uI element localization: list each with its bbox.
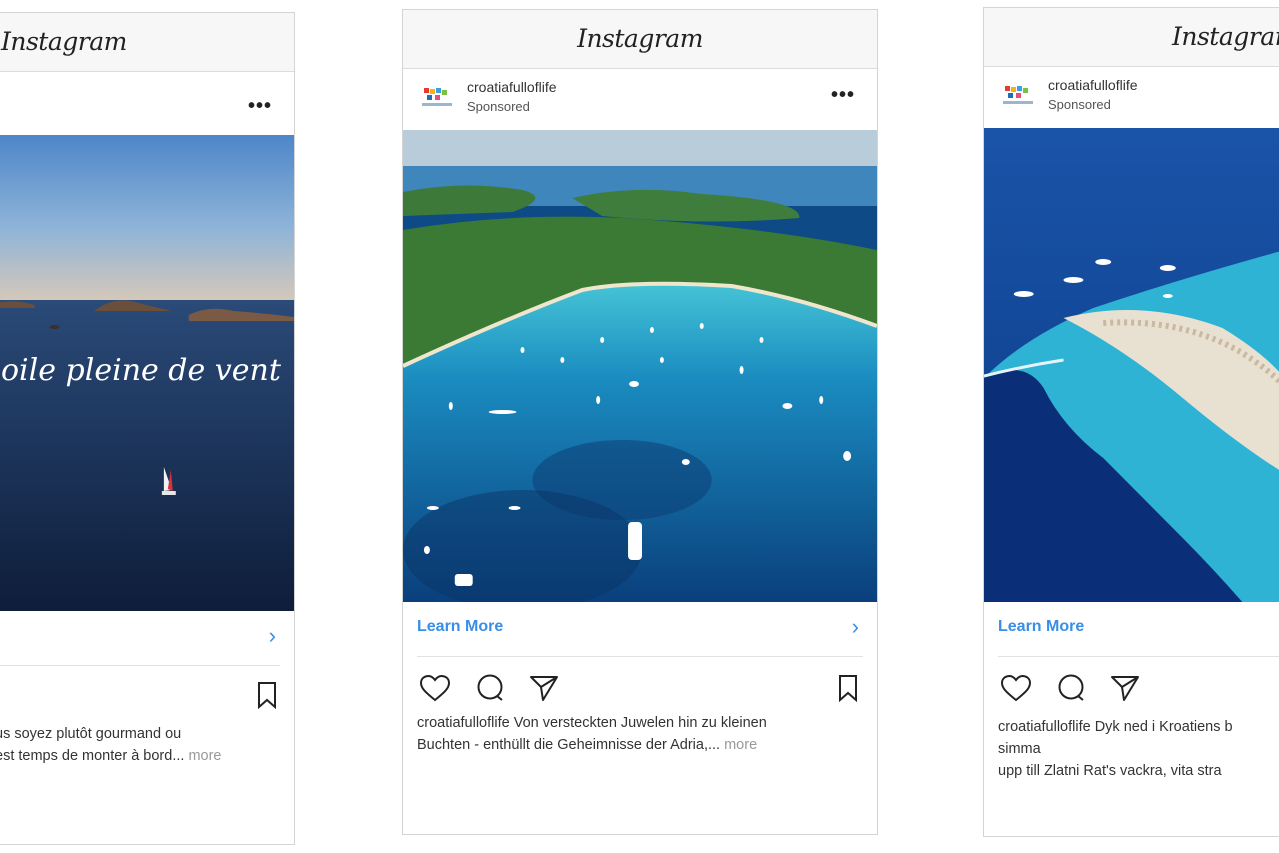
learn-more-link[interactable]: Learn More: [417, 618, 503, 636]
caption-line: est temps de monter à bord...: [0, 748, 185, 764]
share-icon[interactable]: [1110, 674, 1140, 707]
instagram-logo: Instagram: [1172, 22, 1279, 51]
share-icon[interactable]: [529, 674, 559, 707]
chevron-right-icon[interactable]: ›: [852, 614, 859, 640]
learn-more-link[interactable]: Learn More: [998, 618, 1084, 636]
overlay-text: oile pleine de vent: [1, 353, 281, 388]
instagram-ad-card-1: Instagram ••• oile pleine de vent › us s…: [0, 12, 295, 845]
caption-line: Buchten - enthüllt die Geheimnisse der A…: [417, 737, 721, 753]
caption-line: croatiafulloflife Dyk ned i Kroatiens b: [998, 719, 1233, 735]
ellipsis-icon[interactable]: •••: [248, 95, 272, 118]
heart-icon[interactable]: [419, 674, 451, 707]
bookmark-icon[interactable]: [256, 681, 278, 714]
account-name[interactable]: croatiafulloflife: [467, 79, 557, 95]
post-header: croatiafulloflife Sponsored: [984, 66, 1279, 126]
caption-line: croatiafulloflife Von versteckten Juwele…: [417, 715, 767, 731]
cta-bar[interactable]: Learn More: [998, 602, 1279, 657]
cta-bar[interactable]: ›: [0, 611, 280, 666]
sponsored-label: Sponsored: [467, 99, 530, 114]
post-caption: us soyez plutôt gourmand ou est temps de…: [0, 723, 280, 767]
post-header: croatiafulloflife Sponsored •••: [403, 68, 877, 128]
caption-line: upp till Zlatni Rat's vackra, vita stra: [998, 763, 1222, 779]
instagram-ad-card-3: Instagram croatiafulloflife Sponsored: [983, 7, 1279, 837]
instagram-logo: Instagram: [1, 27, 127, 56]
account-name[interactable]: croatiafulloflife: [1048, 77, 1138, 93]
caption-line: simma: [998, 741, 1041, 757]
heart-icon[interactable]: [1000, 674, 1032, 707]
caption-line: us soyez plutôt gourmand ou: [0, 726, 182, 742]
more-link[interactable]: more: [724, 737, 757, 753]
more-link[interactable]: more: [188, 748, 221, 764]
comment-icon[interactable]: [475, 674, 505, 707]
bookmark-icon[interactable]: [837, 674, 859, 707]
action-bar: [417, 674, 863, 714]
action-bar: [9, 681, 280, 721]
ellipsis-icon[interactable]: •••: [831, 84, 855, 107]
account-logo[interactable]: [1000, 84, 1036, 108]
post-caption: croatiafulloflife Von versteckten Juwele…: [417, 712, 863, 756]
instagram-logo: Instagram: [577, 24, 703, 53]
cta-bar[interactable]: Learn More ›: [417, 602, 863, 657]
app-header: Instagram: [0, 13, 294, 72]
action-bar: [998, 674, 1278, 714]
post-image: [403, 130, 877, 602]
post-header: •••: [0, 79, 294, 139]
chevron-right-icon[interactable]: ›: [269, 623, 276, 649]
post-image: [984, 128, 1279, 602]
sponsored-label: Sponsored: [1048, 97, 1111, 112]
app-header: Instagram: [403, 10, 877, 69]
instagram-ad-card-2: Instagram croatiafulloflife Sponsored ••…: [402, 9, 878, 835]
comment-icon[interactable]: [1056, 674, 1086, 707]
app-header: Instagram: [984, 8, 1279, 67]
post-image: oile pleine de vent: [0, 135, 294, 611]
post-caption: croatiafulloflife Dyk ned i Kroatiens b …: [998, 716, 1278, 782]
account-logo[interactable]: [419, 86, 455, 110]
